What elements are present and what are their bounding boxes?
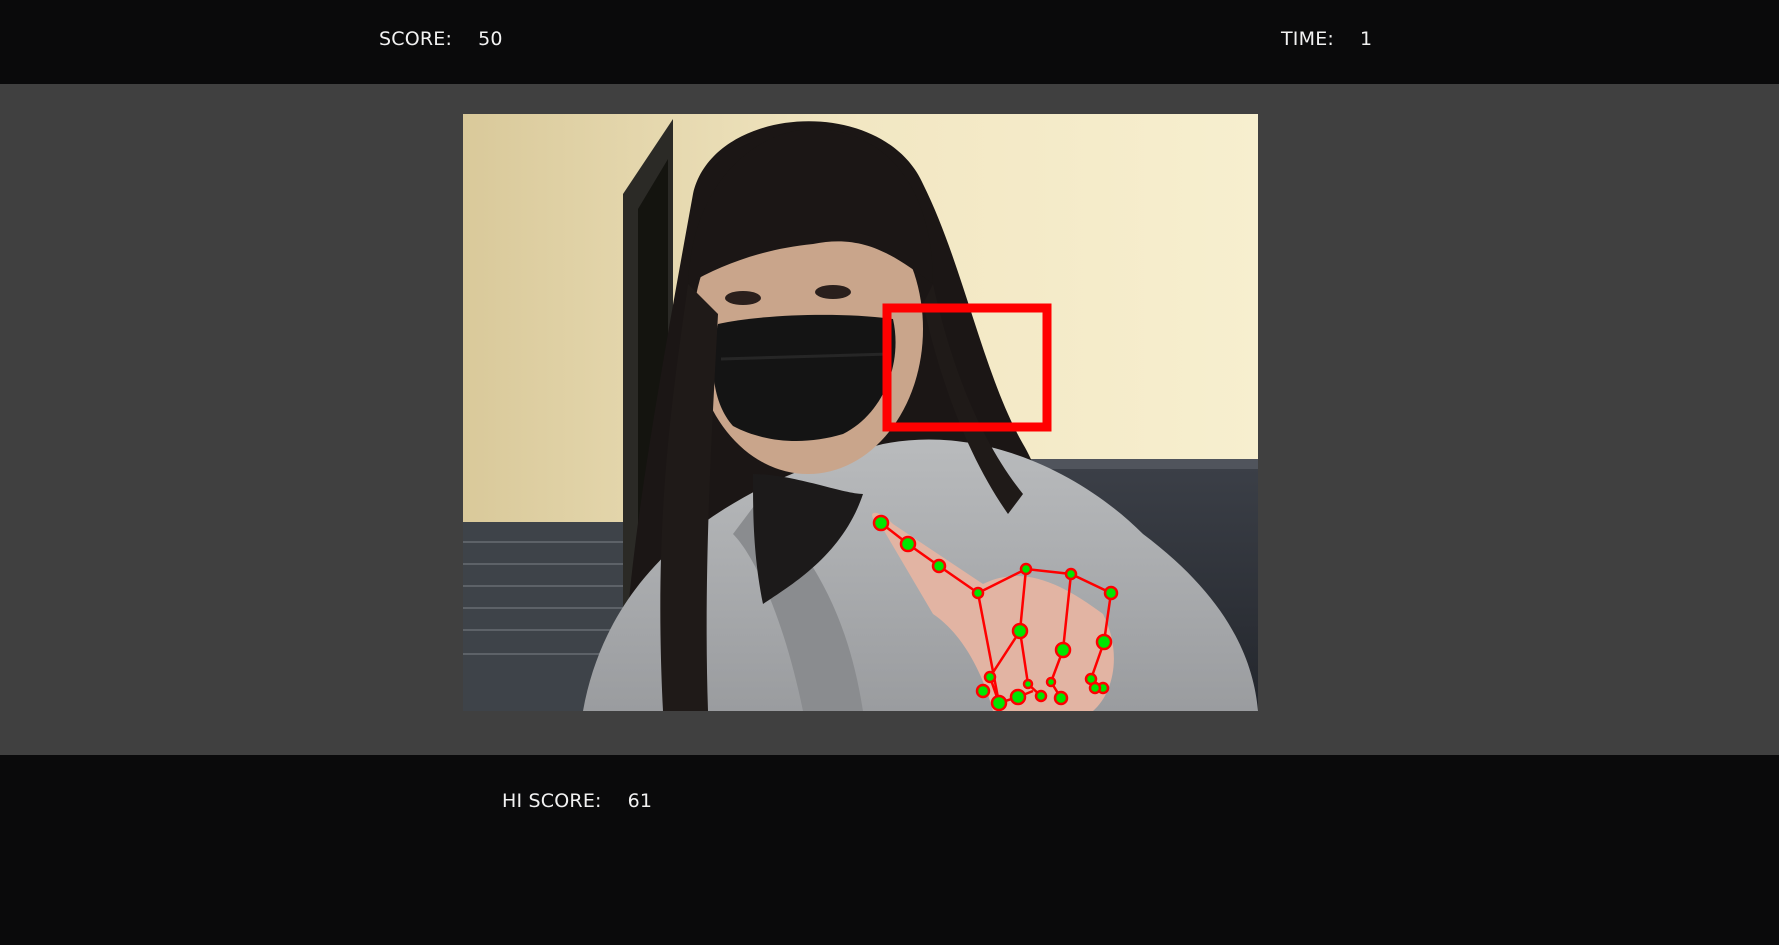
webcam-scene <box>463 114 1258 711</box>
time-label: TIME: <box>1281 28 1335 50</box>
top-hud-bar: SCORE: 50 TIME: 1 <box>0 0 1779 84</box>
webcam-feed <box>463 114 1258 711</box>
hiscore-value: 61 <box>627 790 653 812</box>
score-label: SCORE: <box>379 28 453 50</box>
hiscore-display: HI SCORE: 61 <box>502 790 652 812</box>
game-stage <box>0 84 1779 755</box>
score-display: SCORE: 50 <box>379 28 503 50</box>
score-value: 50 <box>478 28 503 50</box>
hiscore-label: HI SCORE: <box>502 790 602 812</box>
bottom-bar: HI SCORE: 61 <box>0 755 1779 945</box>
time-value: 1 <box>1360 28 1373 50</box>
time-display: TIME: 1 <box>1281 28 1372 50</box>
